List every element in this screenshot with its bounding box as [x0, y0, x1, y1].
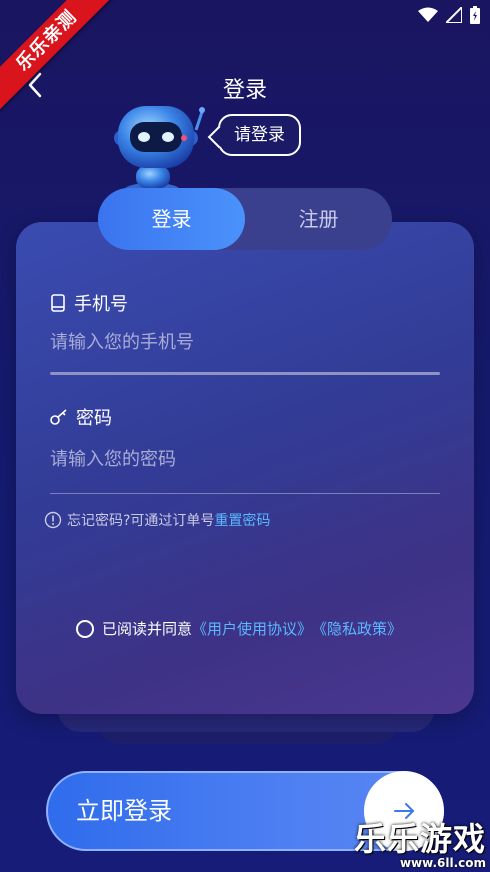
login-button-label: 立即登录: [76, 797, 172, 825]
password-label: 密码: [50, 404, 112, 430]
forgot-text: 忘记密码?可通过订单号: [67, 513, 215, 529]
password-label-text: 密码: [76, 408, 112, 429]
phone-underline: [50, 372, 440, 375]
privacy-policy-link[interactable]: 《隐私政策》: [312, 618, 402, 639]
watermark: 乐乐游戏 www.6ll.com: [354, 822, 486, 870]
key-icon: [50, 409, 67, 425]
ribbon-text: 乐乐亲测: [0, 0, 118, 112]
agreement-row: 已阅读并同意 《用户使用协议》 《隐私政策》: [76, 618, 402, 639]
speech-bubble: 请登录: [218, 114, 301, 156]
tab-login[interactable]: 登录: [98, 188, 245, 250]
tab-register[interactable]: 注册: [245, 188, 392, 250]
watermark-title: 乐乐游戏: [353, 820, 486, 858]
tab-switcher: 登录 注册: [98, 188, 392, 250]
phone-icon: [51, 294, 65, 312]
signal-icon: [446, 7, 462, 23]
info-icon: [44, 511, 62, 529]
agreement-prefix: 已阅读并同意: [102, 620, 193, 638]
phone-label: 手机号: [50, 290, 128, 316]
status-bar: [418, 6, 480, 24]
phone-input[interactable]: [50, 321, 440, 363]
corner-ribbon: 乐乐亲测: [0, 0, 130, 130]
wifi-icon: [418, 7, 438, 22]
forgot-password-row: 忘记密码?可通过订单号 重置密码: [44, 510, 270, 530]
battery-icon: [470, 6, 480, 24]
password-input[interactable]: [50, 438, 440, 480]
radio-circle-icon[interactable]: [76, 619, 94, 638]
watermark-url: www.6ll.com: [399, 856, 486, 870]
user-agreement-link[interactable]: 《用户使用协议》: [192, 618, 312, 639]
reset-password-link[interactable]: 重置密码: [214, 510, 270, 530]
phone-label-text: 手机号: [74, 294, 128, 315]
password-underline: [50, 493, 440, 494]
